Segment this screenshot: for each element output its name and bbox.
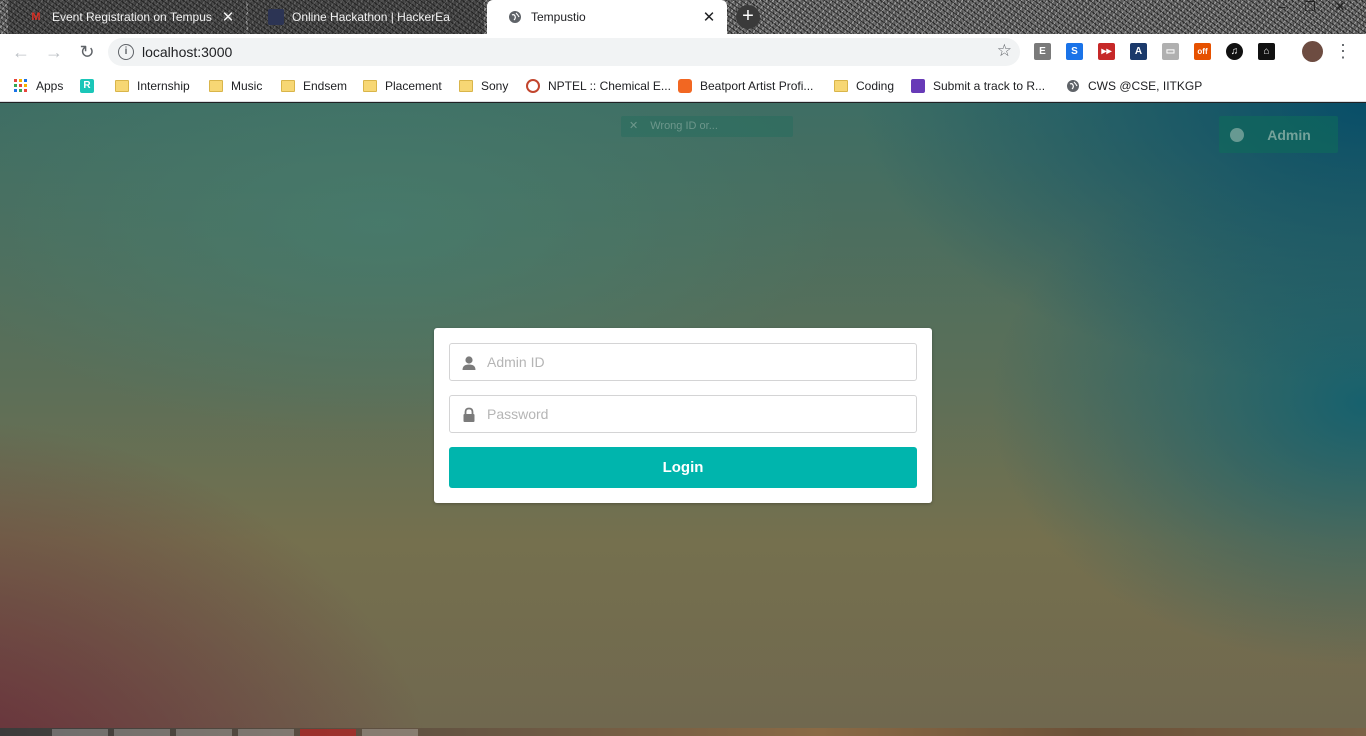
tab-tempustio[interactable]: Tempustio ✕: [487, 0, 727, 34]
info-icon[interactable]: i: [118, 44, 134, 60]
tab-strip: M Event Registration on Tempustio ✕ Onli…: [0, 0, 1366, 34]
restore-icon[interactable]: ❐: [1296, 0, 1324, 16]
forward-icon[interactable]: →: [43, 41, 65, 63]
bookmark-coding[interactable]: Coding: [834, 76, 894, 96]
tab-hackerearth[interactable]: Online Hackathon | HackerEarth ✕: [248, 0, 484, 34]
hanger-icon[interactable]: ⌂: [1258, 43, 1275, 60]
taskbar: [0, 728, 1366, 736]
login-button[interactable]: Login: [449, 447, 917, 488]
page-background: ✕ Wrong ID or... Admin Login: [0, 103, 1366, 728]
reload-icon[interactable]: ↻: [76, 41, 98, 63]
form-icon: [911, 79, 925, 93]
login-form: Login: [434, 328, 932, 503]
close-window-icon[interactable]: ✕: [1326, 0, 1354, 16]
folder-icon: [363, 80, 377, 92]
url-text[interactable]: localhost:3000: [142, 44, 232, 60]
apps-grid-icon: [14, 79, 27, 92]
folder-icon: [834, 80, 848, 92]
folder-icon: [115, 80, 129, 92]
tab-close-icon[interactable]: ✕: [220, 8, 236, 26]
star-icon[interactable]: ☆: [997, 41, 1012, 61]
password-field: [449, 395, 917, 433]
admin-id-field: [449, 343, 917, 381]
bookmark-music[interactable]: Music: [209, 76, 262, 96]
bookmark-apps[interactable]: Apps: [14, 76, 63, 96]
bookmark-label: Beatport Artist Profi...: [700, 79, 814, 93]
bookmark-label: Coding: [856, 79, 895, 93]
taskbar-item[interactable]: [238, 729, 294, 736]
back-icon[interactable]: ←: [10, 41, 32, 63]
tab-title: Online Hackathon | HackerEarth: [292, 10, 450, 24]
itunes-icon[interactable]: ♫: [1226, 43, 1243, 60]
off-badge-icon[interactable]: off: [1194, 43, 1211, 60]
folder-icon: [459, 80, 473, 92]
evernote-icon[interactable]: E: [1034, 43, 1051, 60]
bookmark-label: Apps: [36, 79, 64, 93]
fast-forward-icon[interactable]: ▸▸: [1098, 43, 1115, 60]
close-icon[interactable]: ✕: [629, 120, 638, 132]
taskbar-item[interactable]: [300, 729, 356, 736]
gmail-icon: M: [31, 11, 41, 23]
globe-icon: [507, 9, 523, 25]
notification-toast: ✕ Wrong ID or...: [621, 116, 793, 137]
password-input[interactable]: [487, 396, 907, 432]
beatport-icon: [678, 79, 692, 93]
user-circle-icon: [1230, 127, 1244, 142]
address-bar[interactable]: i localhost:3000 ☆: [108, 38, 1020, 66]
bookmarks-bar: Apps R Internship Music Endsem Placement…: [0, 70, 1366, 102]
new-tab-button[interactable]: +: [736, 5, 760, 29]
minimize-icon[interactable]: –: [1268, 0, 1296, 16]
bookmark-extension-icon[interactable]: A: [1130, 43, 1147, 60]
browser-toolbar: ← → ↻ i localhost:3000 ☆ E S ▸▸ A ▭ off …: [0, 34, 1366, 70]
taskbar-item[interactable]: [114, 729, 170, 736]
bookmark-beatport[interactable]: Beatport Artist Profi...: [678, 76, 813, 96]
bookmark-label: Submit a track to R...: [933, 79, 1046, 93]
bookmark-sony[interactable]: Sony: [459, 76, 508, 96]
admin-id-input[interactable]: [487, 344, 907, 380]
folder-icon: [281, 80, 295, 92]
hackerearth-icon: [268, 9, 284, 25]
admin-button[interactable]: Admin: [1219, 116, 1338, 153]
bookmark-label: Sony: [481, 79, 509, 93]
globe-icon: [1067, 80, 1079, 92]
tab-title: Event Registration on Tempustio: [52, 10, 212, 24]
user-icon: [462, 356, 476, 370]
bookmark-internship[interactable]: Internship: [115, 76, 190, 96]
menu-icon[interactable]: ⋮: [1334, 41, 1352, 61]
bookmark-nptel[interactable]: NPTEL :: Chemical E...: [526, 76, 671, 96]
taskbar-item[interactable]: [176, 729, 232, 736]
bookmark-placement[interactable]: Placement: [363, 76, 442, 96]
tab-title: Tempustio: [531, 10, 586, 24]
bookmark-label: CWS @CSE, IITKGP: [1088, 79, 1203, 93]
bookmark-label: Placement: [385, 79, 442, 93]
bookmark-label: NPTEL :: Chemical E...: [548, 79, 671, 93]
folder-icon: [209, 80, 223, 92]
tab-event-registration[interactable]: M Event Registration on Tempustio ✕: [8, 0, 246, 34]
bookmark-label: Endsem: [303, 79, 348, 93]
lock-icon: [463, 407, 475, 422]
avatar[interactable]: [1302, 41, 1323, 62]
r-extension-icon: R: [80, 79, 94, 93]
s-extension-icon[interactable]: S: [1066, 43, 1083, 60]
taskbar-item[interactable]: [362, 729, 418, 736]
nptel-icon: [526, 79, 540, 93]
bookmark-label: Internship: [137, 79, 190, 93]
bookmark-label: Music: [231, 79, 263, 93]
admin-label: Admin: [1267, 126, 1311, 143]
bookmark-r-extension[interactable]: R: [80, 76, 102, 96]
notification-text: Wrong ID or...: [650, 120, 718, 132]
briefcase-icon[interactable]: ▭: [1162, 43, 1179, 60]
bookmark-cws[interactable]: CWS @CSE, IITKGP: [1066, 76, 1202, 96]
taskbar-item[interactable]: [52, 729, 108, 736]
tab-close-icon[interactable]: ✕: [701, 8, 717, 26]
bookmark-submit-track[interactable]: Submit a track to R...: [911, 76, 1045, 96]
bookmark-endsem[interactable]: Endsem: [281, 76, 347, 96]
